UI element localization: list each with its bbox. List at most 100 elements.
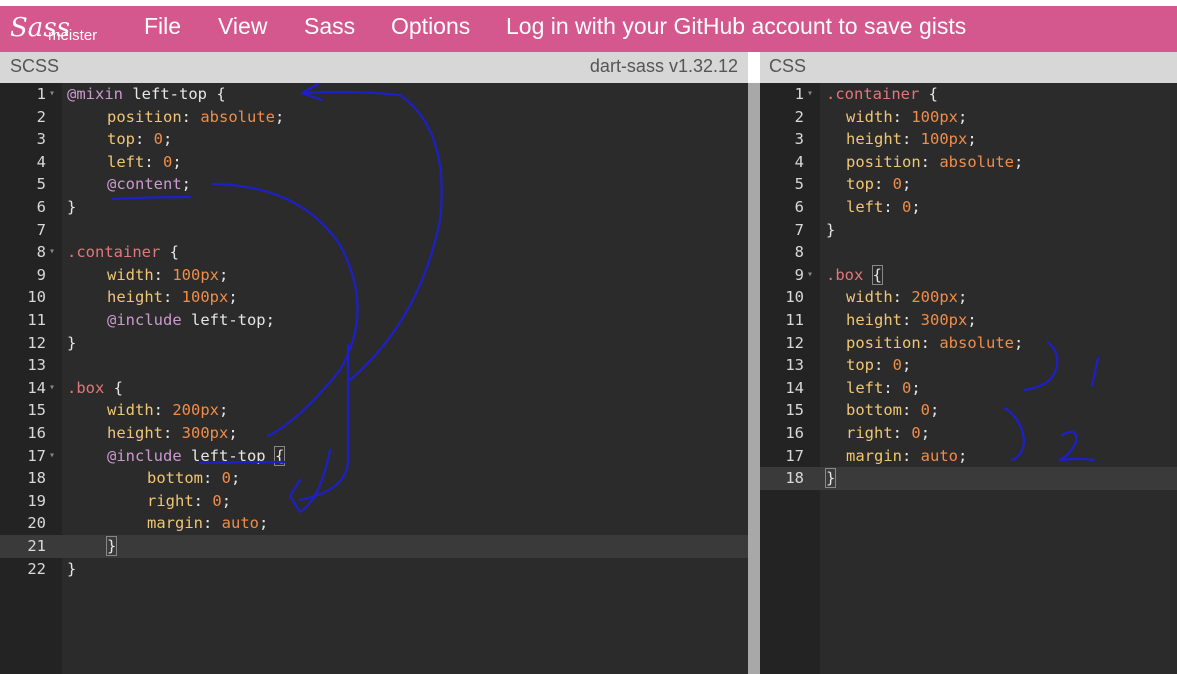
code-token: : <box>144 152 163 171</box>
css-output-editor[interactable]: 1 ▾ .container {2 width: 100px; 3 height: 100… <box>760 83 1177 674</box>
code-token: 100 <box>172 265 201 284</box>
code-token: auto <box>221 514 259 533</box>
scss-code-line[interactable]: 16 height: 300px; <box>0 422 748 445</box>
scss-code-line[interactable]: 21} <box>0 535 748 558</box>
code-text: } <box>105 535 118 558</box>
code-text: width: 100px; <box>846 106 967 129</box>
css-code-line[interactable]: 11 height: 300px; <box>760 309 1177 332</box>
css-code-line[interactable]: 13 top: 0; <box>760 354 1177 377</box>
scss-code-line[interactable]: 19 right: 0; <box>0 490 748 513</box>
css-code-line[interactable]: 18} <box>760 467 1177 490</box>
line-number: 17 <box>27 446 46 465</box>
fold-toggle-icon[interactable]: ▾ <box>49 83 55 106</box>
code-token: width <box>107 401 154 420</box>
code-token: ; <box>1013 333 1024 352</box>
fold-toggle-icon[interactable]: ▾ <box>49 445 55 468</box>
menu-options[interactable]: Options <box>391 13 470 40</box>
line-number: 15 <box>785 401 804 420</box>
line-number: 11 <box>27 311 46 329</box>
css-code-line[interactable]: 10 width: 200px; <box>760 286 1177 309</box>
code-token: { <box>169 243 180 262</box>
scss-code-line[interactable]: 22} <box>0 558 748 581</box>
menu-view[interactable]: View <box>218 13 267 40</box>
fold-toggle-icon[interactable]: ▾ <box>807 83 813 106</box>
code-token: ; <box>1013 152 1024 171</box>
code-token: { <box>273 445 286 466</box>
scss-code-line[interactable]: 17 ▾ @include left-top { <box>0 445 748 468</box>
line-number: 22 <box>27 559 46 578</box>
line-number: 20 <box>27 514 46 533</box>
code-token: ; <box>958 107 968 126</box>
code-token: ; <box>930 401 940 420</box>
scss-code-line[interactable]: 12} <box>0 332 748 355</box>
code-token: ; <box>958 288 968 307</box>
scss-code-line[interactable]: 18 bottom: 0; <box>0 467 748 490</box>
scss-code-line[interactable]: 9 width: 100px; <box>0 264 748 287</box>
css-code-line[interactable]: 15 bottom: 0; <box>760 399 1177 422</box>
scss-code-line[interactable]: 15 width: 200px; <box>0 399 748 422</box>
css-code-line[interactable]: 1 ▾ .container { <box>760 83 1177 106</box>
scss-code-line[interactable]: 13 <box>0 354 748 377</box>
compiler-version[interactable]: dart-sass v1.32.12 <box>590 56 738 77</box>
scss-code-line[interactable]: 10 height: 100px; <box>0 286 748 309</box>
css-code-line[interactable]: 7} <box>760 219 1177 242</box>
code-token: : <box>153 265 173 284</box>
code-token: : <box>153 401 173 420</box>
css-code-line[interactable]: 5 top: 0; <box>760 173 1177 196</box>
code-token: ; <box>911 198 921 216</box>
css-code-line[interactable]: 9 ▾ .box { <box>760 264 1177 287</box>
menu-file[interactable]: File <box>144 13 181 40</box>
code-text: top: 0; <box>846 173 911 196</box>
code-token: } <box>67 198 77 216</box>
fold-toggle-icon[interactable]: ▾ <box>49 377 55 400</box>
line-number: 3 <box>794 130 804 149</box>
line-number: 6 <box>794 198 804 216</box>
code-token: { <box>871 264 884 285</box>
scss-code-line[interactable]: 3 top: 0; <box>0 128 748 151</box>
scss-code-line[interactable]: 2 position: absolute; <box>0 106 748 129</box>
code-token: 0 <box>911 424 921 442</box>
github-login-link[interactable]: Log in with your GitHub account to save … <box>506 13 966 40</box>
code-token: @mixin <box>67 85 123 103</box>
css-code-line[interactable]: 6 left: 0; <box>760 196 1177 219</box>
menu-sass[interactable]: Sass <box>304 13 355 40</box>
css-code-line[interactable]: 12 position: absolute; <box>760 332 1177 355</box>
code-token: absolute <box>939 333 1014 352</box>
line-number: 5 <box>794 175 804 194</box>
scss-code-line[interactable]: 7 <box>0 219 748 242</box>
code-token: height <box>846 311 902 329</box>
code-token: ; <box>967 130 977 149</box>
fold-toggle-icon[interactable]: ▾ <box>807 264 813 287</box>
css-code-line[interactable]: 3 height: 100px; <box>760 128 1177 151</box>
css-code-line[interactable]: 17 margin: auto; <box>760 445 1177 468</box>
code-token: : <box>902 401 921 420</box>
fold-toggle-icon[interactable]: ▾ <box>49 241 55 264</box>
code-text: height: 100px; <box>107 286 238 309</box>
code-token: top <box>846 356 874 375</box>
code-token: height <box>107 424 163 442</box>
scss-code-line[interactable]: 1 ▾ @mixin left-top { <box>0 83 748 106</box>
scss-code-line[interactable]: 8 ▾ .container { <box>0 241 748 264</box>
code-token: 300 <box>920 311 949 329</box>
scss-code-line[interactable]: 4 left: 0; <box>0 151 748 174</box>
scss-code-line[interactable]: 11 @include left-top; <box>0 309 748 332</box>
scss-code-line[interactable]: 20 margin: auto; <box>0 512 748 535</box>
code-text: top: 0; <box>846 354 911 377</box>
scss-code-line[interactable]: 5 @content; <box>0 173 748 196</box>
scss-code-line[interactable]: 14 ▾ .box { <box>0 377 748 400</box>
css-code-line[interactable]: 14 left: 0; <box>760 377 1177 400</box>
code-token: px <box>200 401 220 420</box>
code-token: : <box>203 469 222 488</box>
code-token: position <box>107 107 182 126</box>
code-token: { <box>216 85 226 103</box>
css-code-line[interactable]: 4 position: absolute; <box>760 151 1177 174</box>
css-code-line[interactable]: 2 width: 100px; <box>760 106 1177 129</box>
text-cursor <box>835 469 837 488</box>
pane-splitter[interactable] <box>748 83 760 674</box>
scss-code-line[interactable]: 6} <box>0 196 748 219</box>
line-number: 16 <box>27 424 46 442</box>
css-code-line[interactable]: 16 right: 0; <box>760 422 1177 445</box>
css-code-line[interactable]: 8 <box>760 241 1177 264</box>
scss-editor[interactable]: 1 ▾ @mixin left-top {2 position: absolute; 3… <box>0 83 748 674</box>
code-token: right <box>147 491 194 510</box>
